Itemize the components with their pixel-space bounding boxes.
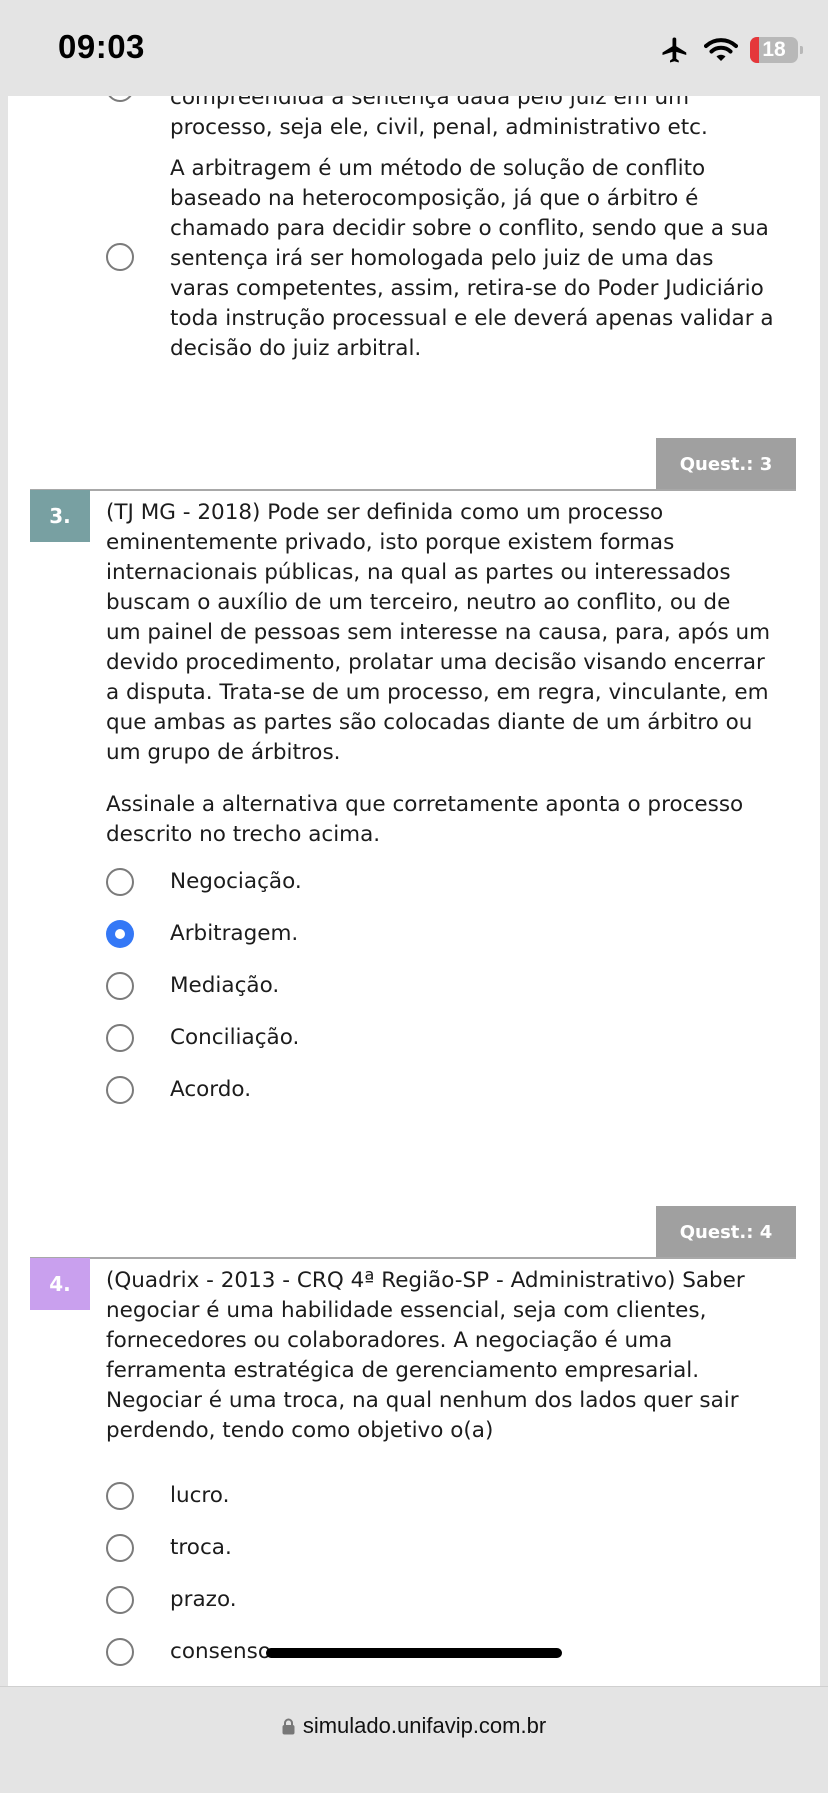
question-number: 4.	[30, 1258, 90, 1310]
question-number: 3.	[30, 490, 90, 542]
home-indicator[interactable]	[266, 1648, 562, 1658]
option-label[interactable]: troca.	[170, 1533, 232, 1563]
option-label[interactable]: consenso.	[170, 1637, 277, 1667]
wifi-icon	[704, 38, 738, 61]
option-radio-arbitragem[interactable]	[106, 920, 134, 948]
browser-address-bar[interactable]: simulado.unifavip.com.br	[0, 1686, 828, 1793]
option-radio-consenso[interactable]	[106, 1638, 134, 1666]
option-text: A arbitragem é um método de solução de c…	[170, 156, 774, 361]
status-bar: 09:03 18	[0, 0, 828, 96]
battery-level: 18	[762, 38, 786, 61]
url-display[interactable]: simulado.unifavip.com.br	[0, 1713, 828, 1739]
status-icons: 18	[658, 33, 803, 67]
option-radio-mediacao[interactable]	[106, 972, 134, 1000]
option-radio-conciliacao[interactable]	[106, 1024, 134, 1052]
divider	[30, 489, 796, 491]
divider	[30, 1257, 796, 1259]
question-prompt: Assinale a alternativa que corretamente …	[106, 792, 744, 847]
option-label[interactable]: prazo.	[170, 1585, 237, 1615]
option-radio-acordo[interactable]	[106, 1076, 134, 1104]
url-text: simulado.unifavip.com.br	[302, 1713, 547, 1738]
option-label[interactable]: Arbitragem.	[170, 919, 298, 949]
option-radio-lucro[interactable]	[106, 1482, 134, 1510]
option-radio[interactable]	[106, 243, 134, 271]
option-radio-negociacao[interactable]	[106, 868, 134, 896]
option-label[interactable]: Acordo.	[170, 1075, 251, 1105]
airplane-mode-icon	[662, 37, 687, 63]
option-radio-prazo[interactable]	[106, 1586, 134, 1614]
option-radio-troca[interactable]	[106, 1534, 134, 1562]
question-statement: (TJ MG - 2018) Pode ser definida como um…	[106, 500, 771, 765]
status-time: 09:03	[58, 28, 145, 65]
lock-icon	[282, 1718, 295, 1734]
option-label[interactable]: Negociação.	[170, 867, 302, 897]
question-tag: Quest.: 3	[656, 438, 796, 490]
option-label[interactable]: Mediação.	[170, 971, 279, 1001]
quiz-content[interactable]: compreendida a sentença dada pelo juiz e…	[8, 96, 820, 1686]
question-tag: Quest.: 4	[656, 1206, 796, 1258]
battery-icon: 18	[750, 37, 803, 63]
option-text: compreendida a sentença dada pelo juiz e…	[170, 96, 708, 140]
option-radio[interactable]	[106, 96, 134, 102]
option-label[interactable]: Conciliação.	[170, 1023, 299, 1053]
question-statement: (Quadrix - 2013 - CRQ 4ª Região-SP - Adm…	[106, 1268, 745, 1443]
option-label[interactable]: lucro.	[170, 1481, 229, 1511]
